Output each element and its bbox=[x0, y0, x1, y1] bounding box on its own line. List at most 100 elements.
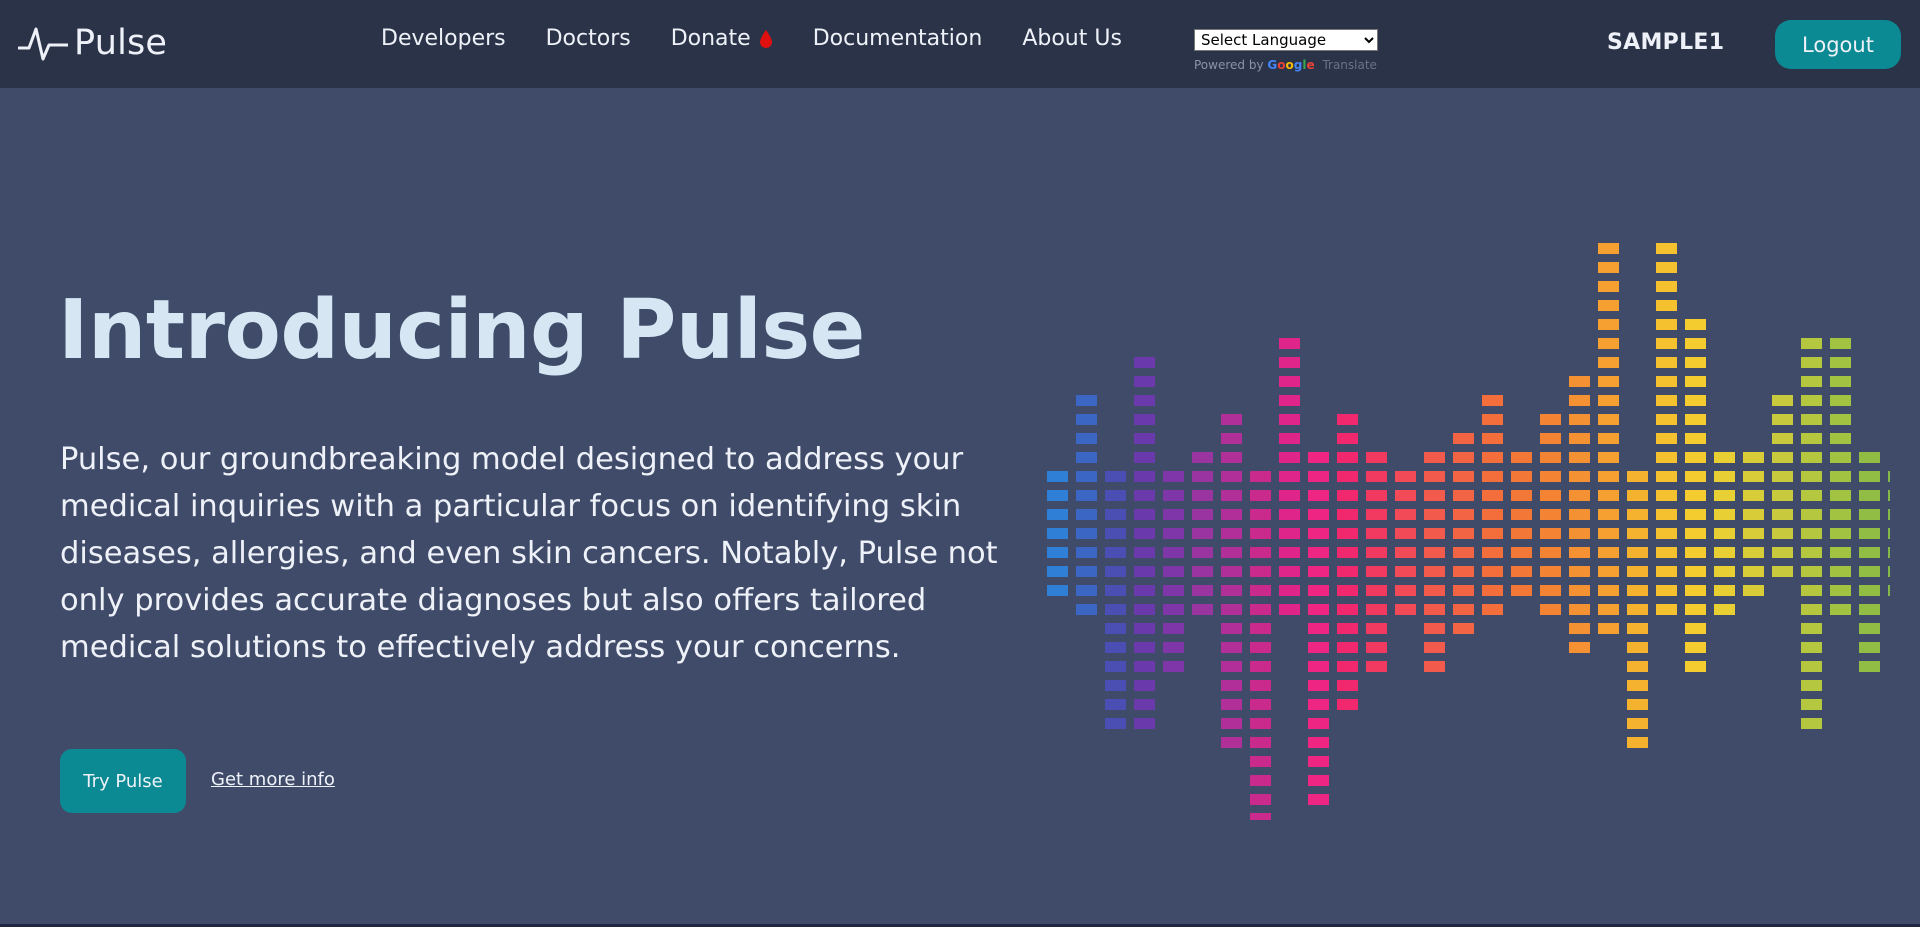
equalizer-block bbox=[1221, 433, 1242, 444]
equalizer-block bbox=[1250, 737, 1271, 748]
equalizer-block bbox=[1105, 528, 1126, 539]
equalizer-block bbox=[1076, 604, 1097, 615]
equalizer-block bbox=[1105, 490, 1126, 501]
equalizer-block bbox=[1308, 642, 1329, 653]
equalizer-block bbox=[1772, 490, 1793, 501]
equalizer-block bbox=[1656, 585, 1677, 596]
equalizer-block bbox=[1366, 604, 1387, 615]
equalizer-block bbox=[1134, 585, 1155, 596]
nav-developers[interactable]: Developers bbox=[381, 26, 506, 51]
equalizer-block bbox=[1627, 737, 1648, 748]
equalizer-block bbox=[1076, 433, 1097, 444]
equalizer-block bbox=[1424, 528, 1445, 539]
equalizer-block bbox=[1511, 585, 1532, 596]
equalizer-block bbox=[1308, 680, 1329, 691]
equalizer-block bbox=[1221, 471, 1242, 482]
equalizer-block bbox=[1598, 585, 1619, 596]
equalizer-block bbox=[1714, 528, 1735, 539]
equalizer-block bbox=[1076, 395, 1097, 406]
equalizer-block bbox=[1830, 547, 1851, 558]
blood-drop-icon bbox=[759, 29, 772, 48]
equalizer-block bbox=[1221, 699, 1242, 710]
equalizer-block bbox=[1047, 547, 1068, 558]
equalizer-block bbox=[1598, 528, 1619, 539]
equalizer-block bbox=[1366, 585, 1387, 596]
equalizer-block bbox=[1540, 604, 1561, 615]
equalizer-block bbox=[1656, 566, 1677, 577]
equalizer-block bbox=[1221, 528, 1242, 539]
equalizer-block bbox=[1279, 490, 1300, 501]
equalizer-block bbox=[1134, 604, 1155, 615]
main-nav: Developers Doctors Donate Documentation … bbox=[381, 26, 1162, 51]
equalizer-block bbox=[1366, 547, 1387, 558]
equalizer-block bbox=[1163, 661, 1184, 672]
nav-doctors[interactable]: Doctors bbox=[546, 26, 631, 51]
equalizer-block bbox=[1801, 471, 1822, 482]
equalizer-block bbox=[1743, 509, 1764, 520]
equalizer-block bbox=[1540, 471, 1561, 482]
equalizer-block bbox=[1134, 680, 1155, 691]
equalizer-block bbox=[1482, 509, 1503, 520]
equalizer-block bbox=[1511, 566, 1532, 577]
get-more-info-link[interactable]: Get more info bbox=[211, 769, 335, 790]
equalizer-block bbox=[1424, 566, 1445, 577]
equalizer-block bbox=[1801, 680, 1822, 691]
equalizer-block bbox=[1453, 623, 1474, 634]
equalizer-block bbox=[1598, 490, 1619, 501]
equalizer-block bbox=[1134, 528, 1155, 539]
equalizer-block bbox=[1685, 585, 1706, 596]
equalizer-block bbox=[1221, 414, 1242, 425]
try-pulse-button[interactable]: Try Pulse bbox=[60, 749, 186, 813]
equalizer-block bbox=[1540, 414, 1561, 425]
equalizer-block bbox=[1308, 547, 1329, 558]
equalizer-block bbox=[1598, 300, 1619, 311]
brand-logo-link[interactable]: Pulse bbox=[18, 20, 167, 66]
equalizer-block bbox=[1279, 376, 1300, 387]
equalizer-block bbox=[1337, 509, 1358, 520]
google-logo[interactable]: Google bbox=[1267, 58, 1314, 72]
nav-documentation[interactable]: Documentation bbox=[813, 26, 983, 51]
equalizer-block bbox=[1540, 547, 1561, 558]
equalizer-block bbox=[1888, 547, 1890, 558]
equalizer-block bbox=[1221, 642, 1242, 653]
language-select[interactable]: Select Language bbox=[1194, 29, 1378, 51]
equalizer-block bbox=[1801, 604, 1822, 615]
equalizer-block bbox=[1627, 718, 1648, 729]
equalizer-block bbox=[1105, 566, 1126, 577]
equalizer-block bbox=[1627, 566, 1648, 577]
equalizer-block bbox=[1772, 528, 1793, 539]
equalizer-block bbox=[1047, 509, 1068, 520]
equalizer-block bbox=[1656, 604, 1677, 615]
audio-equalizer-graphic bbox=[1047, 243, 1890, 820]
equalizer-block bbox=[1656, 338, 1677, 349]
translate-link[interactable]: Translate bbox=[1322, 58, 1377, 72]
nav-donate[interactable]: Donate bbox=[671, 26, 773, 51]
nav-about-us[interactable]: About Us bbox=[1022, 26, 1122, 51]
equalizer-block bbox=[1279, 471, 1300, 482]
equalizer-block bbox=[1105, 509, 1126, 520]
equalizer-block bbox=[1859, 471, 1880, 482]
equalizer-block bbox=[1424, 661, 1445, 672]
equalizer-block bbox=[1337, 547, 1358, 558]
equalizer-block bbox=[1685, 471, 1706, 482]
equalizer-block bbox=[1830, 338, 1851, 349]
equalizer-block bbox=[1801, 357, 1822, 368]
equalizer-block bbox=[1685, 376, 1706, 387]
equalizer-block bbox=[1395, 528, 1416, 539]
equalizer-block bbox=[1424, 547, 1445, 558]
equalizer-block bbox=[1569, 509, 1590, 520]
equalizer-block bbox=[1105, 471, 1126, 482]
equalizer-block bbox=[1569, 395, 1590, 406]
equalizer-block bbox=[1163, 528, 1184, 539]
equalizer-block bbox=[1743, 547, 1764, 558]
logout-button[interactable]: Logout bbox=[1775, 20, 1901, 69]
equalizer-block bbox=[1366, 623, 1387, 634]
equalizer-block bbox=[1192, 604, 1213, 615]
equalizer-block bbox=[1598, 414, 1619, 425]
equalizer-block bbox=[1337, 490, 1358, 501]
equalizer-block bbox=[1221, 547, 1242, 558]
equalizer-block bbox=[1801, 528, 1822, 539]
equalizer-block bbox=[1076, 566, 1097, 577]
equalizer-block bbox=[1250, 471, 1271, 482]
equalizer-block bbox=[1395, 509, 1416, 520]
